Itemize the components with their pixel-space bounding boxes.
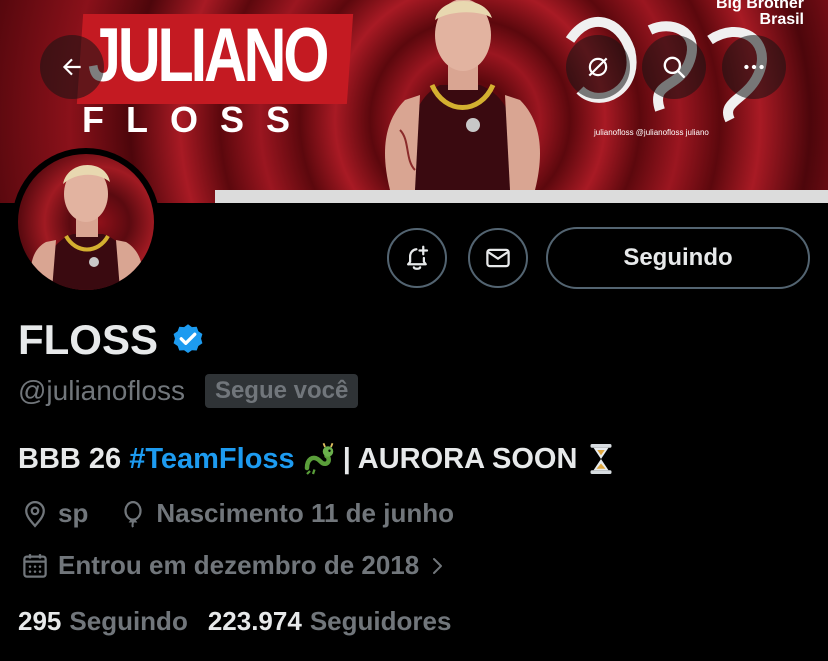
banner-social-handles: julianofloss @julianofloss juliano [594,128,709,137]
following-button[interactable]: Seguindo [546,227,810,289]
profile-meta-row-1: sp Nascimento 11 de junho [20,498,454,529]
followers-stat[interactable]: 223.974 Seguidores [208,606,452,637]
follow-stats: 295 Seguindo 223.974 Seguidores [18,606,451,637]
search-icon [663,56,685,78]
arrow-left-icon [62,58,81,76]
profile-bio: BBB 26 #TeamFloss | AURORA SOON [18,441,625,477]
notifications-button[interactable] [387,228,447,288]
mail-icon [486,248,510,268]
followers-count: 223.974 [207,606,302,636]
more-icon [744,64,764,70]
back-button[interactable] [40,35,104,99]
banner-stripe [215,190,828,203]
followers-label: Seguidores [309,606,452,636]
balloon-icon [124,500,142,528]
banner-subtitle: FLOSS [82,99,313,140]
user-handle: @julianofloss [18,375,185,406]
avatar[interactable] [12,148,160,296]
following-label: Seguindo [69,606,188,636]
bio-hashtag-link[interactable]: #TeamFloss [129,441,294,477]
display-name: FLOSS [18,316,159,363]
banner-brand-logo: Big Brother Brasil [716,0,804,28]
calendar-icon [23,553,47,578]
avatar-image [18,154,154,290]
dragon-emoji-icon [304,442,334,475]
message-button[interactable] [468,228,528,288]
more-button[interactable] [722,35,786,99]
bell-plus-icon [407,245,429,270]
profile-meta-row-2[interactable]: Entrou em dezembro de 2018 [20,550,449,581]
search-button[interactable] [642,35,706,99]
following-count: 295 [18,606,62,636]
follows-you-badge: Segue você [204,374,359,408]
bio-suffix: | AURORA SOON [342,443,578,475]
banner-title: JULIANO [88,13,329,98]
hourglass-emoji-icon [590,444,612,474]
handle-row: @julianofloss Segue você [18,374,359,408]
grok-button[interactable] [566,35,630,99]
location-text: sp [58,498,89,528]
location-pin-icon [25,500,45,528]
bio-prefix: BBB 26 [18,443,130,475]
verified-badge-icon[interactable] [170,322,206,358]
birthday-text: Nascimento 11 de junho [156,498,454,528]
profile-name-row: FLOSS [18,316,206,364]
grok-icon [588,57,608,77]
banner-person-illustration [385,0,540,190]
chevron-right-icon [433,557,443,574]
joined-text: Entrou em dezembro de 2018 [58,550,420,580]
following-stat[interactable]: 295 Seguindo [18,606,188,637]
